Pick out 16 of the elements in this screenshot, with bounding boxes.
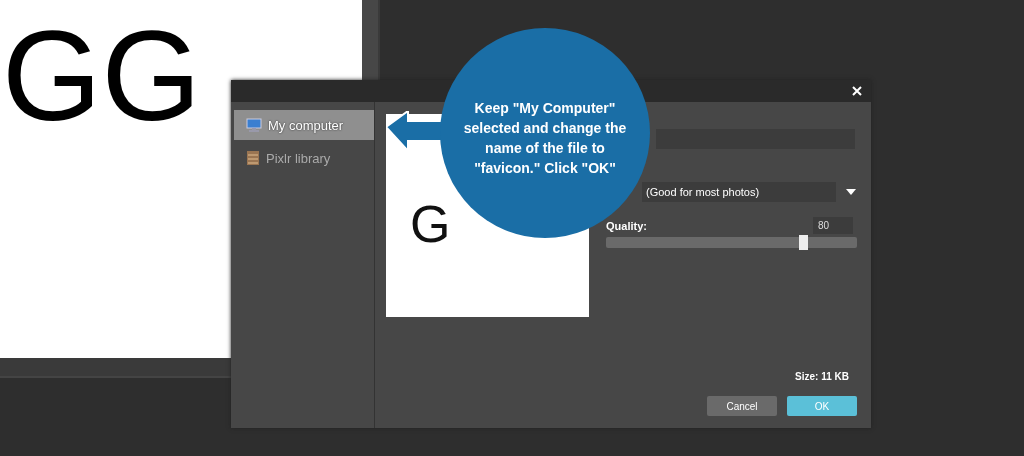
file-size-text: Size: 11 KB [795,371,849,382]
slider-thumb[interactable] [799,235,809,250]
monitor-icon [246,118,262,132]
preview-text: G [410,198,451,250]
close-icon[interactable] [852,86,862,96]
quality-label: Quality: [606,219,647,232]
canvas-text: GG [2,12,202,140]
cancel-button[interactable]: Cancel [707,396,777,416]
callout-text: Keep "My Computer" selected and change the name of the file to "favicon." Click "OK" [462,99,628,178]
quality-field[interactable]: 80 [813,217,853,234]
quality-slider[interactable] [606,237,857,248]
sidebar-item[interactable]: My computer [234,110,374,140]
format-dropdown[interactable]: (Good for most photos) [642,182,836,202]
box-icon [246,150,260,166]
dropdown-arrow-icon[interactable] [846,189,856,195]
sidebar-item[interactable]: Pixlr library [234,143,374,173]
